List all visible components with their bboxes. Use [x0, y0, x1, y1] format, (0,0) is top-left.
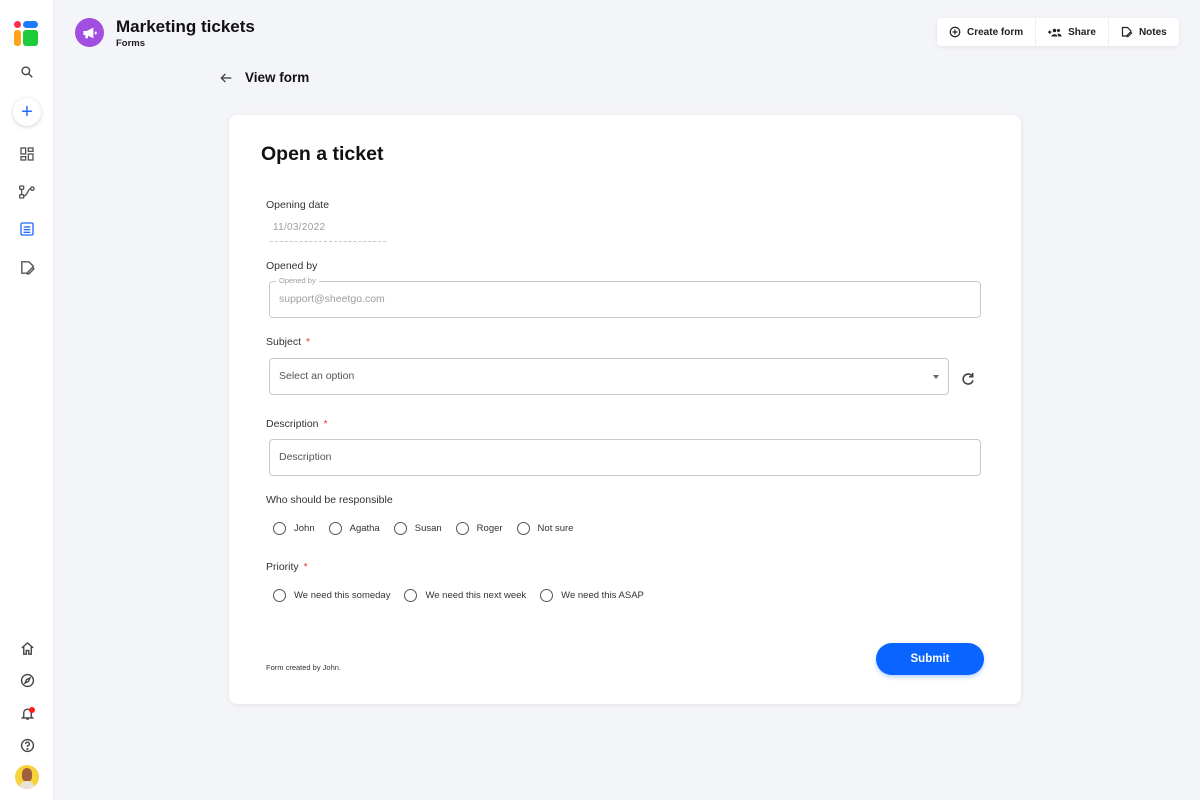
radio-circle[interactable] [393, 522, 407, 535]
sidebar-item-help[interactable] [0, 731, 54, 759]
notes-button[interactable]: Notes [1109, 18, 1179, 46]
radio-label: John [294, 523, 315, 534]
radio-label: We need this someday [294, 590, 391, 601]
form-card: Open a ticket Opening date 11/03/2022 Op… [229, 115, 1021, 704]
share-button[interactable]: Share [1036, 18, 1109, 46]
sidebar-item-workflows[interactable] [0, 178, 54, 206]
plus-icon: + [21, 101, 33, 123]
radio-someday[interactable]: We need this someday [273, 589, 390, 602]
help-icon [20, 738, 34, 752]
sidebar-item-home[interactable] [0, 634, 54, 662]
radio-not-sure[interactable]: Not sure [516, 522, 574, 535]
radio-label: Agatha [349, 523, 380, 534]
sidebar-item-search[interactable] [0, 58, 54, 86]
radio-circle[interactable] [328, 522, 342, 535]
required-marker: * [306, 336, 311, 348]
sidebar-item-explore[interactable] [0, 666, 54, 694]
priority-label: Priority * [266, 561, 308, 573]
description-label-text: Description [266, 418, 319, 430]
radio-circle[interactable] [404, 589, 418, 602]
radio-circle[interactable] [455, 522, 469, 535]
refresh-icon[interactable] [960, 371, 976, 387]
app-subtitle: Forms [116, 38, 146, 49]
subject-select[interactable]: Select an option [269, 358, 949, 395]
radio-susan[interactable]: Susan [393, 522, 442, 535]
opening-date-field[interactable]: 11/03/2022 [270, 222, 386, 242]
sidebar-item-notes[interactable] [0, 253, 54, 281]
radio-circle[interactable] [516, 522, 530, 535]
radio-label: We need this ASAP [561, 590, 644, 601]
add-people-icon [1048, 28, 1062, 36]
sidebar-item-create[interactable]: + [13, 98, 41, 126]
back-arrow-icon[interactable] [218, 70, 234, 86]
radio-label: Not sure [537, 523, 574, 534]
submit-button[interactable]: Submit [876, 643, 984, 675]
opened-by-legend: Opened by [276, 276, 319, 285]
create-form-label: Create form [967, 26, 1024, 38]
app-title: Marketing tickets [116, 17, 255, 36]
priority-label-text: Priority [266, 561, 299, 573]
sidebar-item-forms[interactable] [0, 215, 54, 243]
opening-date-label: Opening date [266, 199, 330, 211]
sidebar-item-dashboard[interactable] [0, 140, 54, 168]
radio-circle[interactable] [273, 522, 286, 535]
radio-label: We need this next week [425, 590, 527, 601]
form-title: Open a ticket [261, 143, 384, 165]
workflow-icon [18, 185, 35, 199]
app-badge [75, 18, 104, 47]
create-form-button[interactable]: Create form [937, 18, 1037, 46]
radio-circle[interactable] [540, 589, 554, 602]
dashboard-icon [20, 147, 34, 161]
form-footer-note: Form created by John. [266, 663, 342, 672]
toolbar: Create form Share Notes [937, 18, 1179, 46]
subject-placeholder: Select an option [279, 370, 355, 382]
priority-radio-group: We need this someday We need this next w… [273, 589, 658, 602]
sidebar-item-notifications[interactable] [0, 699, 54, 727]
required-marker: * [323, 418, 328, 430]
search-icon [21, 66, 33, 78]
responsible-label: Who should be responsible [266, 494, 393, 506]
notes-label: Notes [1138, 26, 1167, 38]
responsible-radio-group: John Agatha Susan Roger Not sure [273, 522, 587, 535]
radio-john[interactable]: John [273, 522, 315, 535]
radio-next-week[interactable]: We need this next week [404, 589, 526, 602]
opened-by-label: Opened by [266, 260, 318, 272]
opened-by-field[interactable]: Opened by support@sheetgo.com [269, 276, 981, 318]
radio-roger[interactable]: Roger [455, 522, 503, 535]
radio-label: Roger [476, 523, 503, 534]
radio-circle[interactable] [273, 589, 286, 602]
edit-note-icon [1121, 26, 1133, 38]
notification-badge [29, 707, 35, 713]
description-input[interactable]: Description [269, 439, 981, 476]
chevron-down-icon [933, 375, 939, 379]
required-marker: * [303, 561, 308, 573]
radio-agatha[interactable]: Agatha [328, 522, 380, 535]
description-label: Description * [266, 418, 328, 430]
avatar[interactable] [15, 765, 39, 789]
home-icon [20, 641, 34, 655]
sidebar: + [0, 0, 54, 800]
compass-icon [20, 673, 34, 687]
form-icon [20, 222, 34, 236]
app-logo[interactable] [14, 21, 38, 46]
share-label: Share [1068, 26, 1096, 38]
page-title: View form [245, 70, 310, 85]
description-placeholder: Description [279, 451, 332, 463]
subject-label-text: Subject [266, 336, 302, 348]
radio-label: Susan [414, 523, 442, 534]
edit-note-icon [20, 260, 35, 275]
subject-label: Subject * [266, 336, 310, 348]
radio-asap[interactable]: We need this ASAP [540, 589, 644, 602]
opened-by-value: support@sheetgo.com [279, 293, 385, 305]
megaphone-icon [82, 27, 97, 38]
add-circle-icon [949, 26, 961, 38]
